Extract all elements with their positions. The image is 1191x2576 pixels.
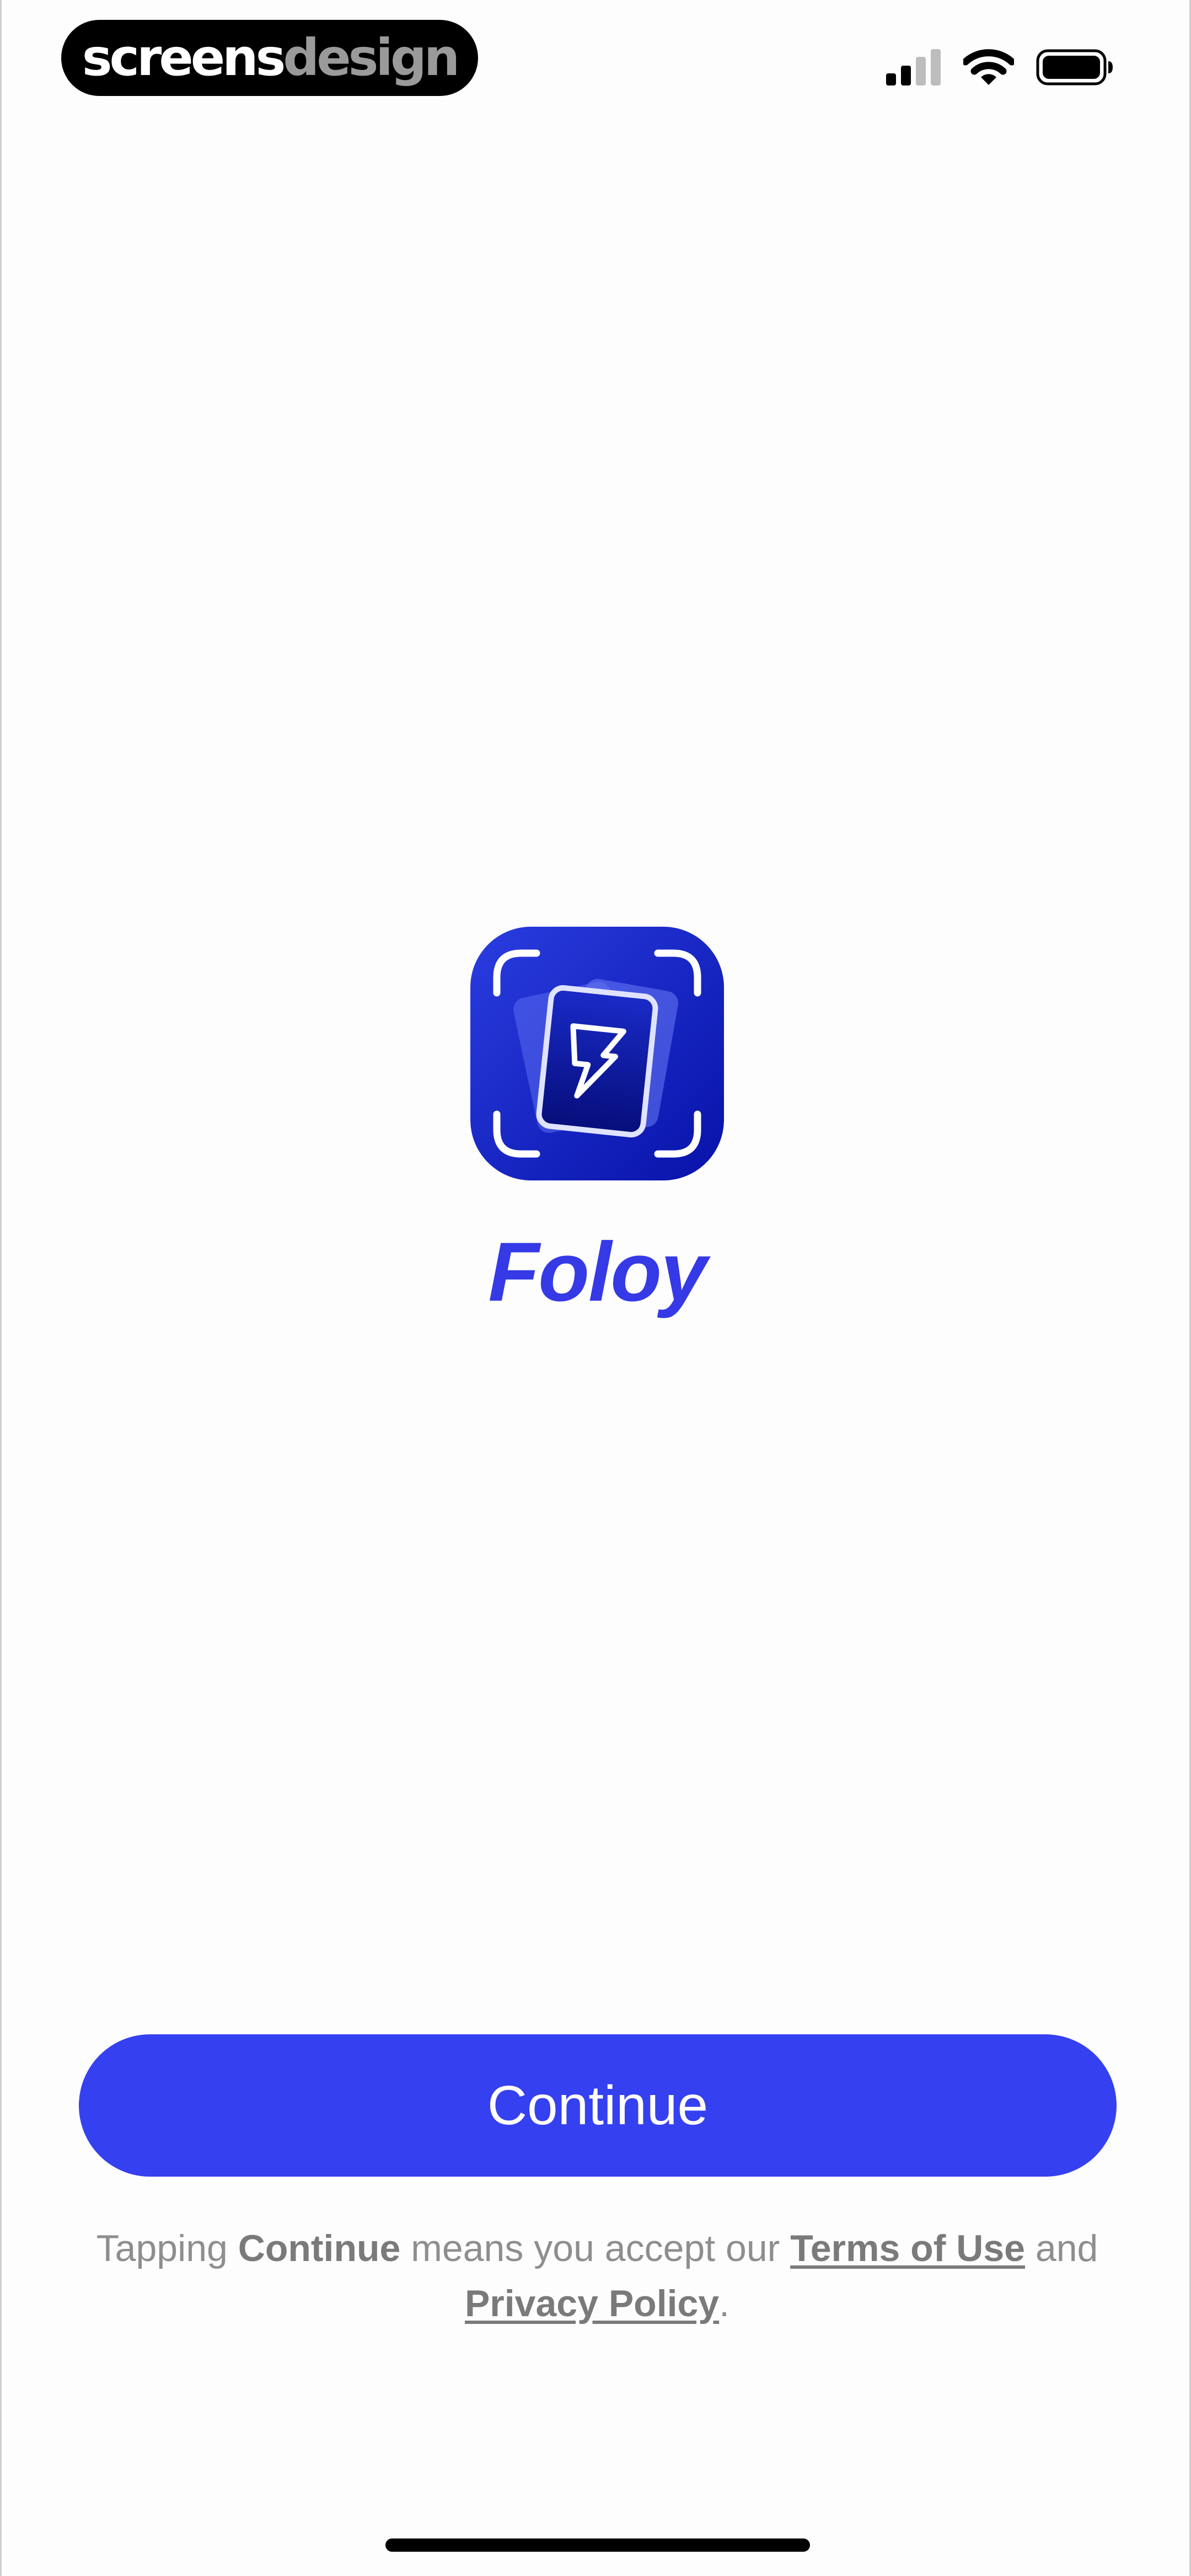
legal-prefix: Tapping (96, 2227, 228, 2269)
app-name: Foloy (488, 1225, 707, 1319)
card-scan-app-icon (470, 927, 724, 1180)
legal-and: and (1035, 2227, 1098, 2269)
watermark-primary-text: screens (82, 28, 286, 87)
legal-continue-word: Continue (238, 2227, 401, 2269)
legal-notice: Tapping Continue means you accept our Te… (62, 2221, 1132, 2331)
home-indicator[interactable] (385, 2538, 810, 2552)
legal-suffix: . (719, 2283, 730, 2324)
wifi-icon (963, 49, 1014, 85)
privacy-policy-link[interactable]: Privacy Policy (465, 2283, 719, 2324)
status-bar-icons (886, 45, 1113, 89)
onboarding-screen: screens design Foloy Continue Tapping Co… (0, 0, 1191, 2576)
battery-icon (1036, 49, 1113, 85)
screensdesign-watermark: screens design (61, 20, 478, 96)
watermark-secondary-text: design (283, 28, 460, 87)
cellular-signal-icon (886, 49, 941, 85)
terms-of-use-link[interactable]: Terms of Use (790, 2227, 1025, 2269)
continue-button[interactable]: Continue (79, 2034, 1117, 2177)
legal-middle: means you accept our (411, 2227, 780, 2269)
